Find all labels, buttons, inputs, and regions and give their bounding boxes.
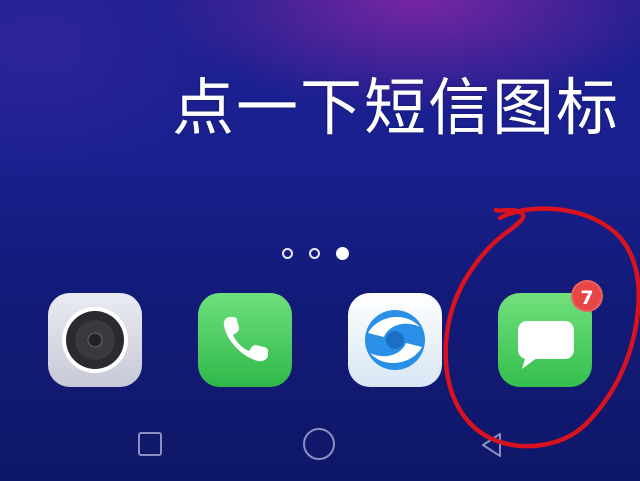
page-dot-3-active[interactable] — [336, 247, 349, 260]
page-indicator — [282, 247, 349, 264]
back-triangle-icon[interactable] — [478, 430, 508, 460]
unread-count-badge: 7 — [571, 280, 603, 312]
phone-handset-icon — [223, 317, 268, 362]
home-button[interactable] — [303, 428, 335, 460]
camera-icon — [62, 307, 128, 373]
instruction-caption: 点一下短信图标 — [172, 71, 621, 144]
camera-app-icon[interactable] — [48, 293, 142, 387]
recent-apps-button[interactable] — [138, 432, 162, 456]
browser-app-icon[interactable] — [348, 293, 442, 387]
page-dot-2[interactable] — [309, 248, 320, 259]
phone-app-icon[interactable] — [198, 293, 292, 387]
browser-swirl-icon — [365, 310, 425, 370]
page-dot-1[interactable] — [282, 248, 293, 259]
